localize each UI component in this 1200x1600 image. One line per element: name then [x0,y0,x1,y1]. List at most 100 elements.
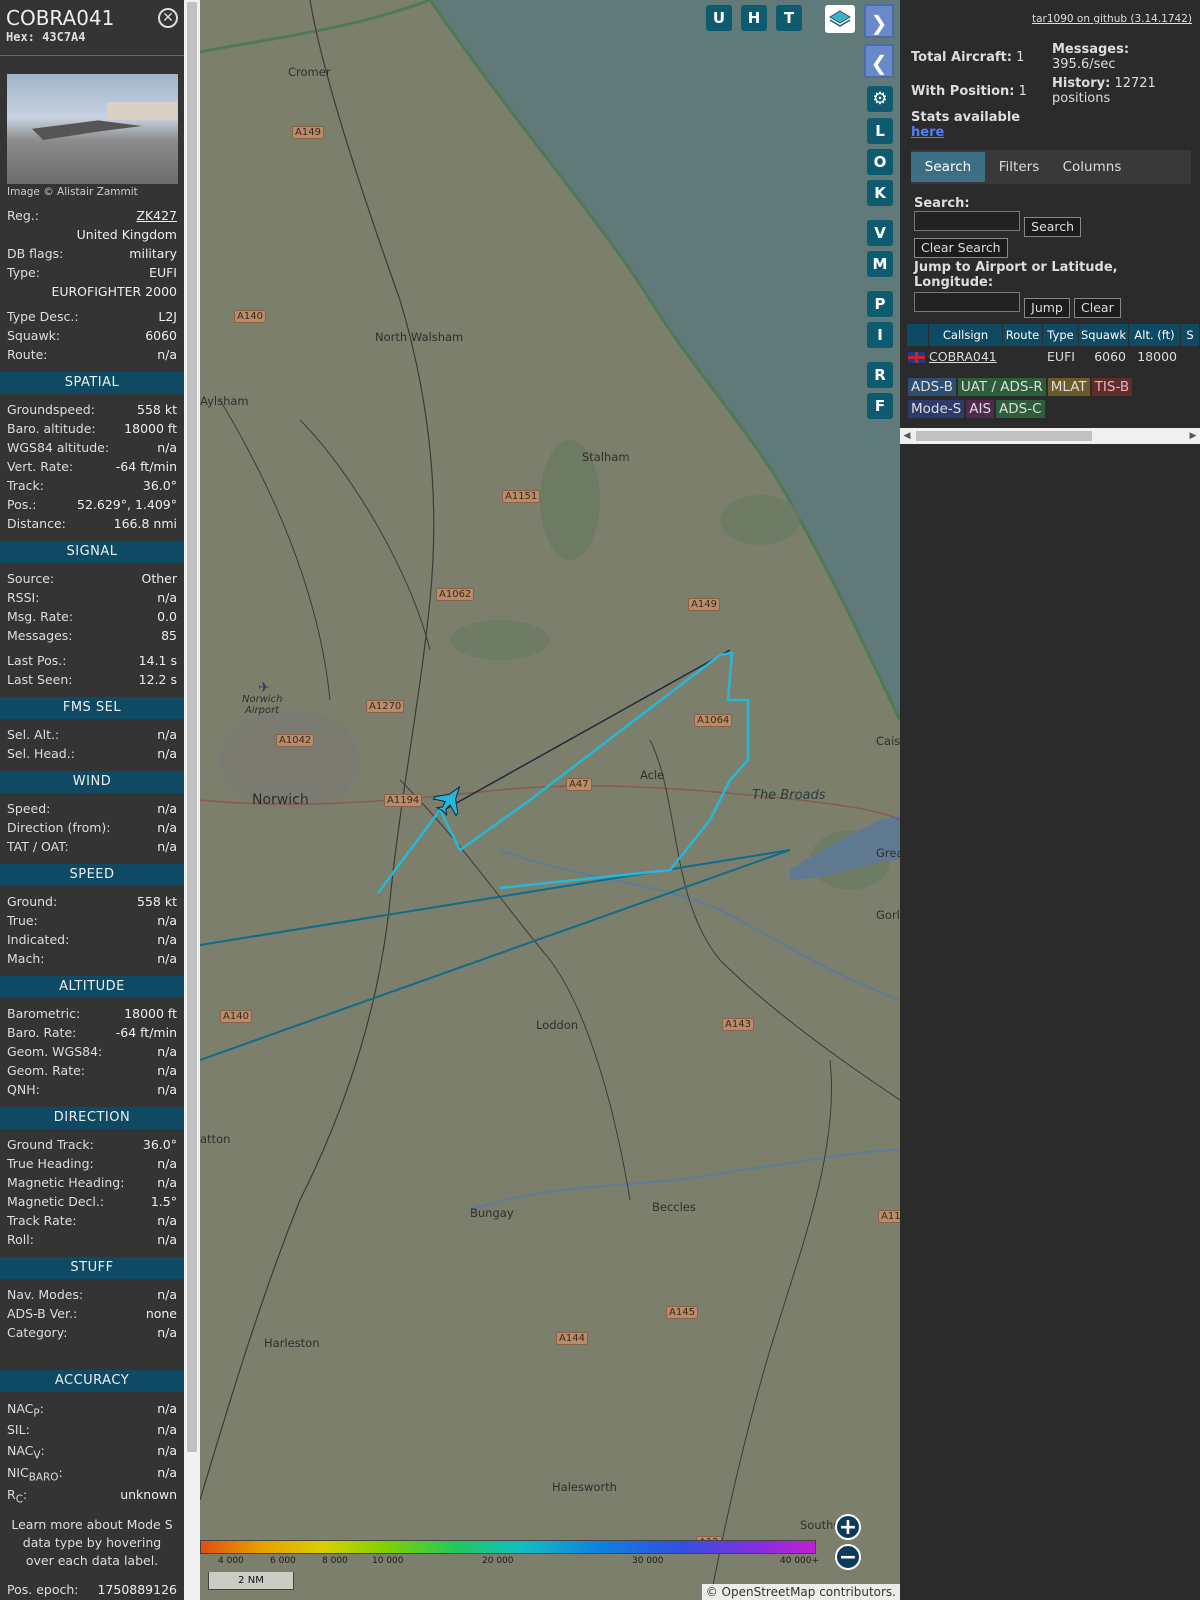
search-button[interactable]: Search [1024,217,1082,237]
r-button[interactable]: R [867,362,893,388]
k-button[interactable]: K [867,180,893,206]
p-button[interactable]: P [867,291,893,317]
table-hscrollbar[interactable]: ◀ ▶ [900,428,1200,444]
clear-search-button[interactable]: Clear Search [914,238,1008,258]
close-icon[interactable]: ✕ [158,8,178,28]
hscroll-thumb[interactable] [916,431,1092,441]
scroll-left-icon[interactable]: ◀ [900,428,914,444]
messages-label: Messages: [1052,42,1130,57]
col-flag[interactable] [907,324,929,346]
rc-colon: : [22,1487,28,1502]
info-row: Roll: n/a [0,1230,184,1249]
table-row[interactable]: COBRA041 EUFI 6060 18000 [907,346,1200,368]
gear-icon[interactable]: ⚙ [867,86,893,112]
info-row: WGS84 altitude: n/a [0,438,184,457]
road-a149-east: A149 [688,598,720,611]
road-a149-north: A149 [292,126,324,139]
zoom-in-button[interactable]: + [835,1514,861,1540]
clear-jump-button[interactable]: Clear [1074,298,1121,318]
u-button[interactable]: U [706,5,732,31]
info-row: Pos.: 52.629°, 1.409° [0,495,184,514]
prev-button[interactable]: ❮ [864,44,894,78]
info-row-value: n/a [157,590,177,605]
m-button[interactable]: M [867,251,893,277]
col-speed[interactable]: S [1181,324,1200,346]
row-type: EUFI [1047,349,1075,364]
info-row-label: Baro. altitude: [7,421,96,436]
info-row-value: n/a [157,951,177,966]
t-button[interactable]: T [776,5,802,31]
town-great-yarmouth: Grea [876,846,900,860]
messages-stat: Messages: 395.6/sec [1052,42,1192,72]
section-fms: FMS SEL [0,697,184,719]
wind-list: Speed: n/a Direction (from): n/a TAT / OAT: n… [0,799,184,856]
search-input[interactable] [914,211,1020,231]
github-link[interactable]: tar1090 on github (3.14.1742) [1032,13,1192,25]
road-a145: A145 [666,1306,698,1319]
tab-search[interactable]: Search [911,152,985,182]
jump-input[interactable] [914,292,1020,312]
legend-item: TIS-B [1091,378,1133,396]
town-loddon: Loddon [536,1018,579,1032]
fms-list: Sel. Alt.: n/a Sel. Head.: n/a [0,725,184,763]
town-norwich: Norwich [252,792,309,808]
tab-filters[interactable]: Filters [989,152,1049,182]
info-row-value: none [145,1306,177,1321]
info-row: Msg. Rate: 0.0 [0,607,184,626]
section-accuracy: ACCURACY [0,1370,184,1392]
stats-here-link[interactable]: here [911,125,944,140]
epoch-label: Pos. epoch: [7,1582,79,1597]
v-button[interactable]: V [867,220,893,246]
info-row: Speed: n/a [0,799,184,818]
row-callsign[interactable]: COBRA041 [929,346,1003,368]
section-spatial: SPATIAL [0,372,184,394]
nacv-colon: : [40,1443,45,1458]
scrollbar-thumb[interactable] [187,2,197,1452]
f-button[interactable]: F [867,393,893,419]
reg-link[interactable]: ZK427 [136,206,177,225]
info-row: Messages: 85 [0,626,184,645]
info-row-value: n/a [157,1232,177,1247]
country-row: United Kingdom [0,225,184,244]
info-row: ADS-B Ver.: none [0,1304,184,1323]
info-row: Distance: 166.8 nmi [0,514,184,533]
info-row-value: n/a [157,746,177,761]
zoom-out-button[interactable]: − [835,1544,861,1570]
info-header: COBRA041 Hex: 43C7A4 ✕ [0,0,184,56]
nacp-colon: : [39,1401,44,1416]
town-bungay: Bungay [470,1206,514,1220]
info-row-label: True: [7,913,38,928]
altitude-label-4000: 4 000 [218,1556,244,1566]
h-button[interactable]: H [741,5,767,31]
map-attribution[interactable]: © OpenStreetMap contributors. [701,1584,900,1600]
info-scrollbar[interactable] [184,0,200,1600]
nacv-row: NACV: n/a [0,1440,184,1462]
info-row: Magnetic Heading: n/a [0,1173,184,1192]
map-canvas[interactable]: ✈ Cromer North Walsham Aylsham Stalham N… [200,0,900,1600]
aircraft-photo[interactable] [7,74,178,184]
col-squawk[interactable]: Squawk [1079,324,1129,346]
section-signal: SIGNAL [0,541,184,563]
info-row-value: 558 kt [137,894,177,909]
scroll-right-icon[interactable]: ▶ [1186,428,1200,444]
col-callsign[interactable]: Callsign [929,324,1003,346]
col-type[interactable]: Type [1043,324,1079,346]
info-row: TAT / OAT: n/a [0,837,184,856]
info-row-value: 18000 ft [124,1006,177,1021]
layers-button[interactable] [825,5,855,33]
i-button[interactable]: I [867,322,893,348]
nacv-sub: V [33,1449,41,1462]
next-button[interactable]: ❯ [864,4,894,38]
info-row-value: 18000 ft [124,421,177,436]
jump-button[interactable]: Jump [1024,298,1070,318]
info-row: Mach: n/a [0,949,184,968]
info-row: Ground Track: 36.0° [0,1135,184,1154]
info-row-label: Track Rate: [7,1213,77,1228]
altitude-list: Barometric: 18000 ft Baro. Rate: -64 ft/min… [0,1004,184,1099]
tab-columns[interactable]: Columns [1051,152,1133,182]
o-button[interactable]: O [867,149,893,175]
col-route[interactable]: Route [1003,324,1043,346]
search-row: Search [914,211,1194,237]
l-button[interactable]: L [867,118,893,144]
col-altitude[interactable]: Alt. (ft) [1129,324,1181,346]
